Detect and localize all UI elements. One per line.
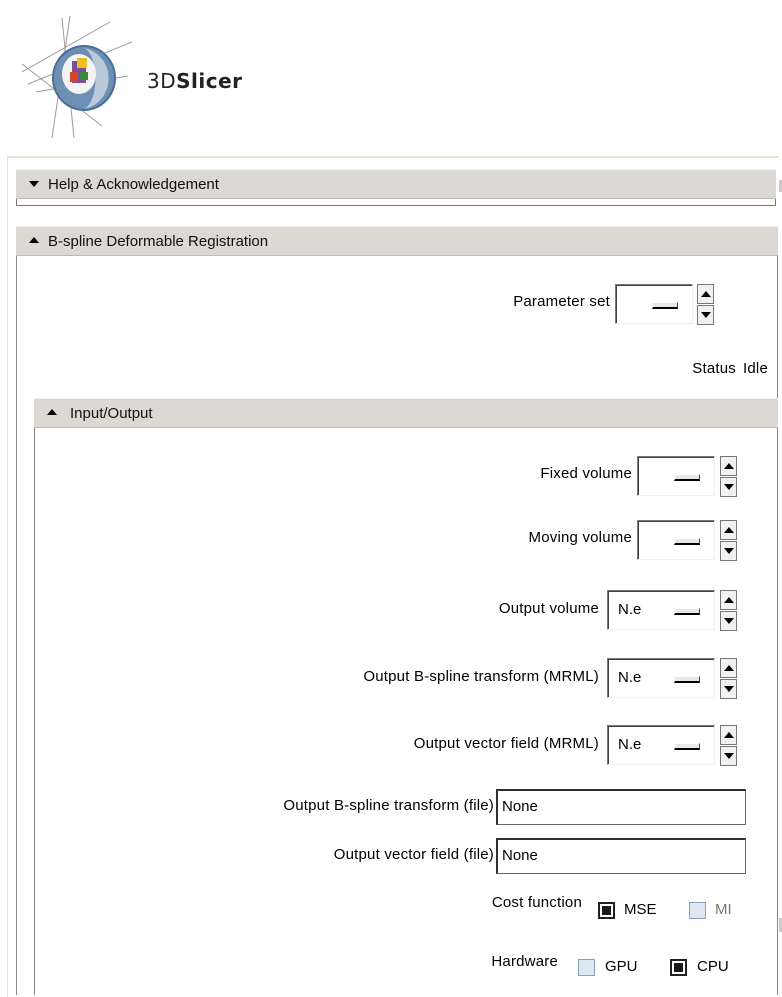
combo-handle-icon	[674, 743, 700, 750]
gpu-label: GPU	[605, 958, 638, 975]
app-title: 3DSlicer	[147, 69, 243, 93]
cpu-label: CPU	[697, 958, 729, 975]
io-panel	[34, 428, 778, 995]
fixed-volume-label: Fixed volume	[540, 465, 632, 482]
spin-down-icon[interactable]	[697, 305, 714, 325]
collapse-up-icon	[47, 409, 57, 415]
output-volume-combo[interactable]: N.e	[607, 590, 715, 630]
spin-up-icon[interactable]	[720, 725, 737, 745]
output-bspline-mrml-combo[interactable]: N.e	[607, 658, 715, 698]
output-vector-mrml-label: Output vector field (MRML)	[413, 735, 599, 752]
cost-function-label: Cost function	[491, 894, 582, 911]
spin-down-icon[interactable]	[720, 611, 737, 631]
moving-volume-label: Moving volume	[528, 529, 632, 546]
section-title: B-spline Deformable Registration	[48, 233, 269, 250]
combo-handle-icon	[674, 474, 700, 481]
parameter-set-label: Parameter set	[513, 293, 610, 310]
output-vector-file-field[interactable]: None	[496, 838, 746, 874]
spin-down-icon[interactable]	[720, 679, 737, 699]
gpu-checkbox[interactable]	[578, 959, 595, 976]
section-title: Input/Output	[70, 405, 153, 422]
output-bspline-file-field[interactable]: None	[496, 789, 746, 825]
combo-handle-icon	[674, 608, 700, 615]
fixed-volume-combo[interactable]	[637, 456, 715, 496]
output-vector-mrml-combo[interactable]: N.e	[607, 725, 715, 765]
output-volume-label: Output volume	[498, 600, 599, 617]
help-panel-collapsed	[16, 199, 776, 206]
section-title: Help & Acknowledgement	[48, 176, 219, 193]
spin-up-icon[interactable]	[697, 284, 714, 304]
output-vector-mrml-spinner[interactable]	[720, 725, 738, 767]
parameter-set-spinner[interactable]	[697, 284, 715, 326]
fixed-volume-spinner[interactable]	[720, 456, 738, 498]
spin-up-icon[interactable]	[720, 456, 737, 476]
combo-value: N.e	[618, 601, 642, 618]
spin-down-icon[interactable]	[720, 541, 737, 561]
output-bspline-file-label: Output B-spline transform (file)	[283, 797, 494, 814]
mse-checkbox[interactable]	[598, 902, 615, 919]
parameter-set-combo[interactable]	[615, 284, 693, 324]
moving-volume-spinner[interactable]	[720, 520, 738, 562]
combo-handle-icon	[674, 676, 700, 683]
spin-up-icon[interactable]	[720, 658, 737, 678]
combo-value: N.e	[618, 736, 642, 753]
status-value: Idle	[743, 360, 768, 377]
output-bspline-mrml-label: Output B-spline transform (MRML)	[363, 668, 599, 685]
mi-checkbox[interactable]	[689, 902, 706, 919]
spin-up-icon[interactable]	[720, 520, 737, 540]
output-volume-spinner[interactable]	[720, 590, 738, 632]
section-header-bspline[interactable]: B-spline Deformable Registration	[16, 226, 778, 256]
output-vector-file-label: Output vector field (file)	[333, 846, 494, 863]
output-bspline-mrml-spinner[interactable]	[720, 658, 738, 700]
mse-label: MSE	[624, 901, 657, 918]
section-header-io[interactable]: Input/Output	[34, 398, 778, 428]
spin-down-icon[interactable]	[720, 477, 737, 497]
collapse-up-icon	[29, 237, 39, 243]
spin-down-icon[interactable]	[720, 746, 737, 766]
slicer-logo-icon	[22, 15, 133, 139]
spin-up-icon[interactable]	[720, 590, 737, 610]
hardware-label: Hardware	[491, 953, 558, 970]
collapse-down-icon	[29, 181, 39, 187]
cpu-checkbox[interactable]	[670, 959, 687, 976]
combo-handle-icon	[674, 538, 700, 545]
mi-label: MI	[715, 901, 732, 918]
combo-value: N.e	[618, 669, 642, 686]
moving-volume-combo[interactable]	[637, 520, 715, 560]
status-label: Status	[692, 360, 736, 377]
section-header-help[interactable]: Help & Acknowledgement	[16, 169, 776, 199]
combo-handle-icon	[652, 302, 678, 309]
